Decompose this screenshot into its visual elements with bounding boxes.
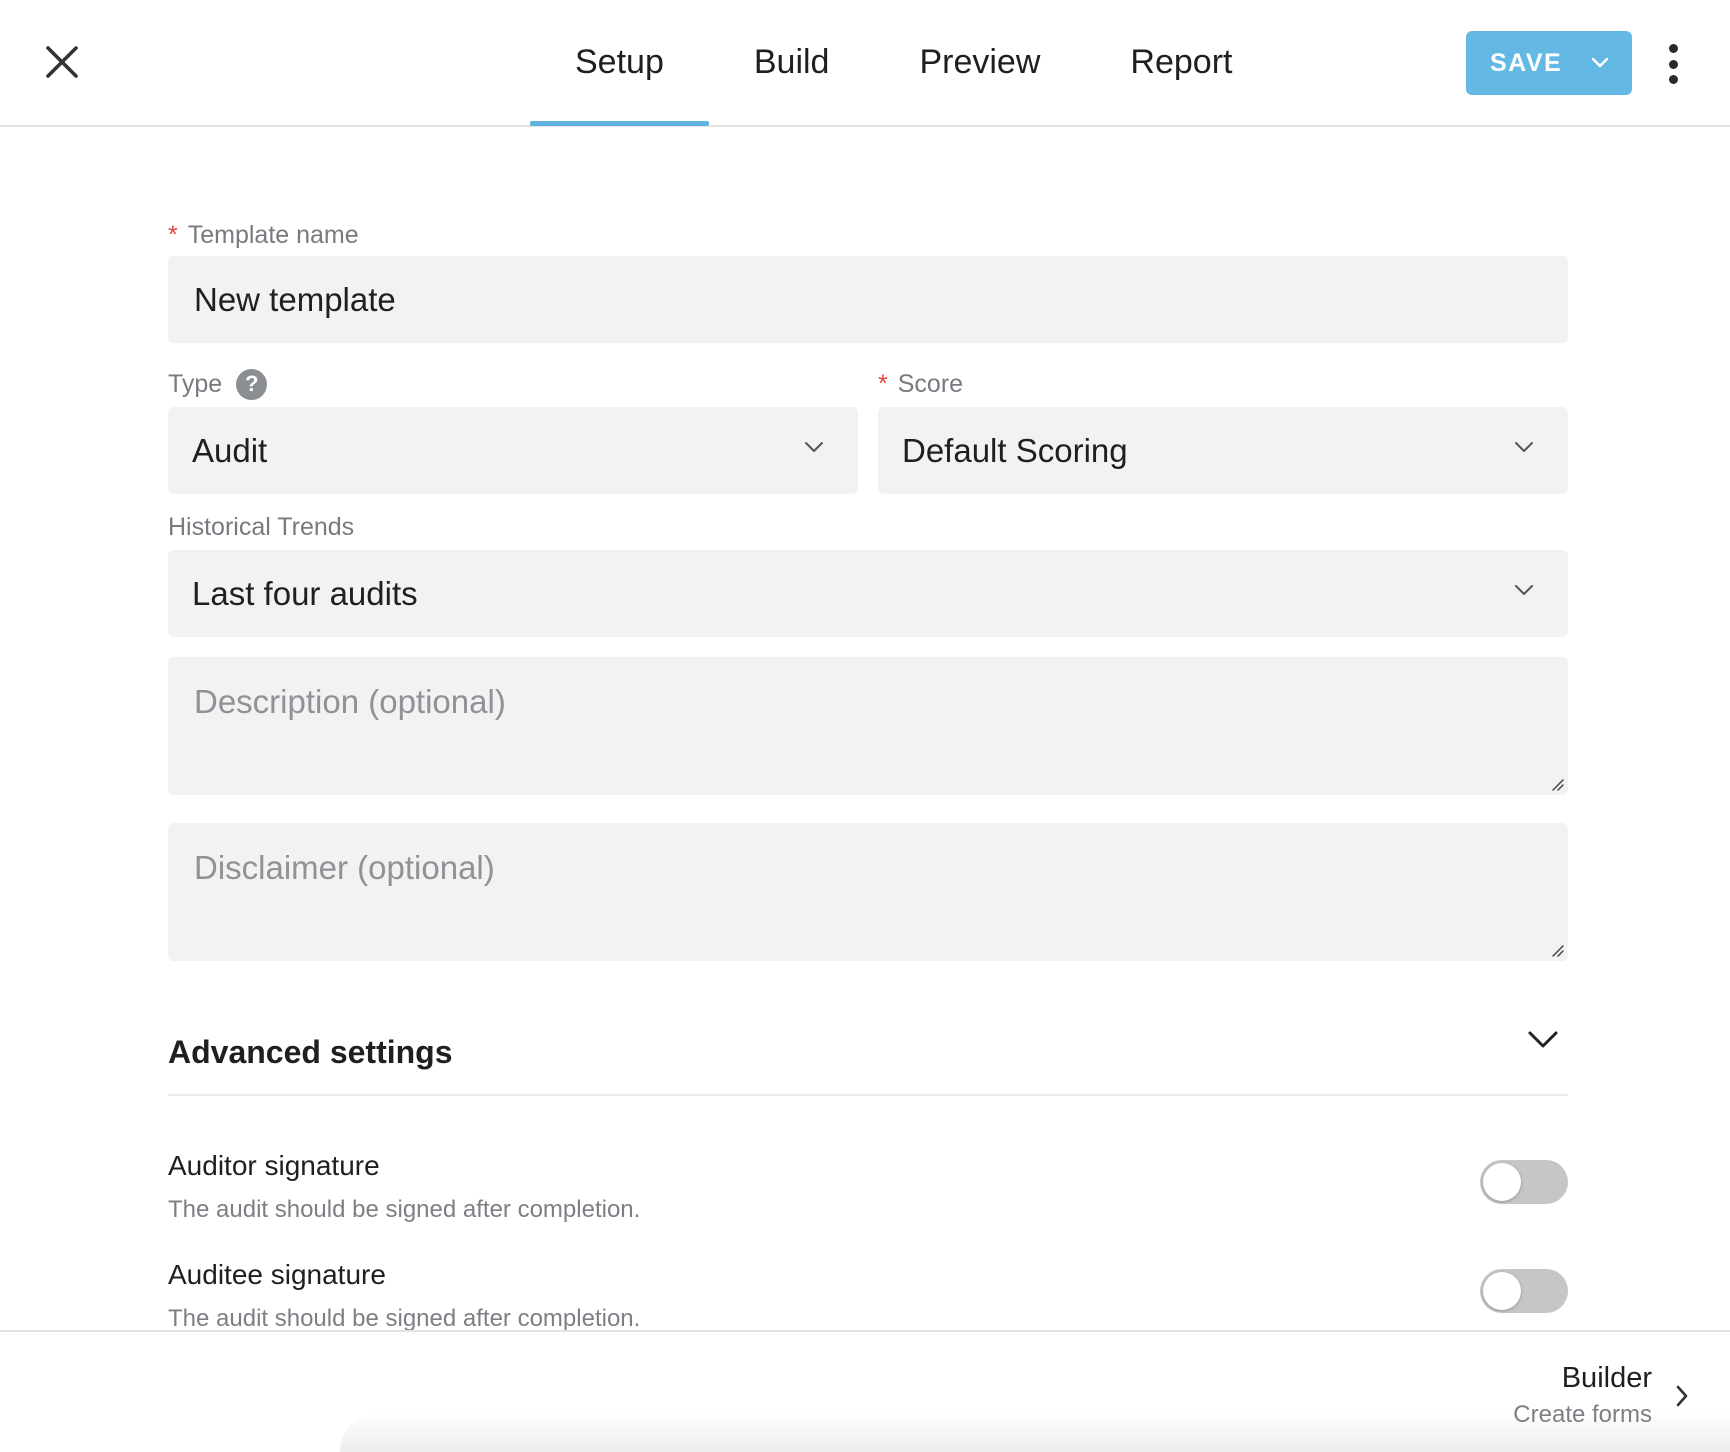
more-vertical-icon-dot (1668, 75, 1678, 84)
resize-handle-icon[interactable] (1548, 775, 1564, 791)
chevron-down-icon (1528, 1031, 1558, 1048)
setting-description: The audit should be signed after complet… (168, 1305, 641, 1332)
score-select[interactable]: Default Scoring (878, 407, 1568, 494)
tab-report[interactable]: Report (1085, 0, 1277, 125)
template-name-label: * Template name (168, 218, 1568, 252)
label-text: Score (897, 369, 964, 398)
select-value: Default Scoring (902, 431, 1128, 469)
required-mark: * (878, 369, 888, 398)
input-value: New template (194, 280, 396, 318)
textarea-placeholder: Disclaimer (optional) (194, 849, 495, 886)
chevron-right-icon (1676, 1385, 1688, 1406)
next-step-builder-link[interactable]: Builder Create forms (1513, 1362, 1690, 1429)
tab-label: Report (1130, 43, 1233, 81)
required-mark: * (168, 220, 178, 249)
toggle-knob (1483, 1163, 1521, 1201)
chevron-down-icon (1515, 585, 1533, 595)
footer-bar: Builder Create forms (0, 1330, 1730, 1452)
select-value: Last four audits (192, 574, 418, 612)
chevron-down-icon (1515, 442, 1533, 452)
template-setup-screen: Setup Build Preview Report SAVE * Templa… (0, 0, 1730, 1452)
type-label: Type ? (168, 367, 858, 401)
setting-description: The audit should be signed after complet… (168, 1196, 641, 1223)
label-text: Template name (187, 220, 359, 249)
textarea-placeholder: Description (optional) (194, 683, 506, 720)
label-text: Type (168, 369, 223, 398)
description-textarea[interactable]: Description (optional) (168, 657, 1568, 795)
help-icon[interactable]: ? (236, 368, 268, 400)
more-vertical-icon-dot (1668, 59, 1678, 69)
more-vertical-icon (1668, 44, 1678, 53)
auditor-signature-toggle[interactable] (1480, 1160, 1568, 1204)
resize-handle-icon[interactable] (1548, 941, 1564, 957)
type-select[interactable]: Audit (168, 407, 858, 494)
setting-title: Auditee signature (168, 1259, 386, 1290)
save-label: SAVE (1490, 48, 1563, 77)
next-step-subtitle: Create forms (1513, 1401, 1652, 1428)
close-button[interactable] (40, 40, 84, 84)
save-button[interactable]: SAVE (1466, 31, 1632, 95)
toggle-knob (1483, 1272, 1521, 1310)
template-name-input[interactable]: New template (168, 256, 1568, 343)
more-options-button[interactable] (1656, 40, 1690, 88)
auditor-signature-setting: Auditor signature The audit should be si… (168, 1150, 1568, 1230)
tab-label: Setup (575, 43, 664, 81)
label-text: Historical Trends (168, 512, 355, 541)
setting-title: Auditor signature (168, 1150, 380, 1181)
tab-label: Preview (919, 43, 1041, 81)
auditee-signature-toggle[interactable] (1480, 1269, 1568, 1313)
tab-setup[interactable]: Setup (530, 0, 709, 126)
tab-build[interactable]: Build (709, 0, 875, 125)
historical-trends-select[interactable]: Last four audits (168, 550, 1568, 637)
disclaimer-textarea[interactable]: Disclaimer (optional) (168, 823, 1568, 961)
setup-form: * Template name New template Type ? Audi… (168, 218, 1568, 961)
close-icon (46, 46, 78, 78)
advanced-settings-title: Advanced settings (168, 1033, 453, 1070)
advanced-settings-header[interactable]: Advanced settings (168, 1010, 1568, 1096)
tab-preview[interactable]: Preview (874, 0, 1085, 125)
auditee-signature-setting: Auditee signature The audit should be si… (168, 1259, 1568, 1339)
top-bar: Setup Build Preview Report SAVE (0, 0, 1730, 127)
chevron-down-icon[interactable] (1590, 53, 1610, 73)
historical-trends-label: Historical Trends (168, 510, 1568, 544)
score-label: * Score (878, 367, 1568, 401)
chevron-down-icon (805, 442, 823, 452)
next-step-title: Builder (1561, 1362, 1652, 1394)
select-value: Audit (192, 431, 268, 469)
tab-label: Build (753, 43, 830, 81)
tab-bar: Setup Build Preview Report (530, 0, 1277, 127)
